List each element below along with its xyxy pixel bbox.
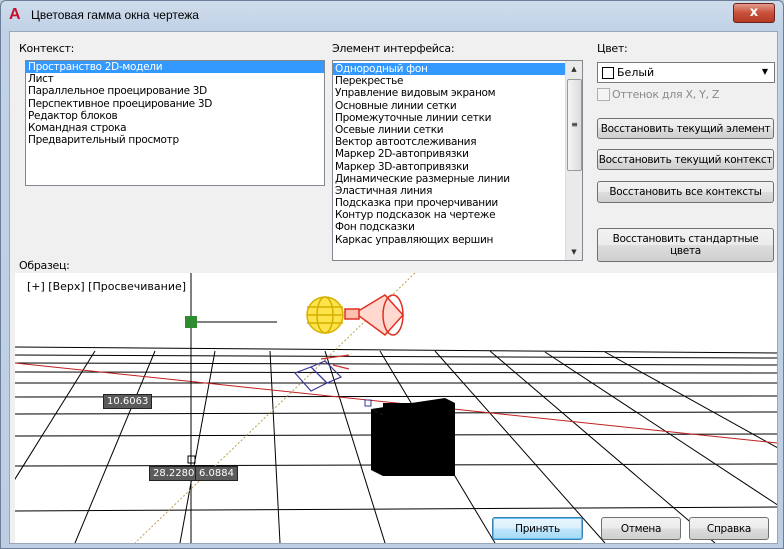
- chevron-down-icon[interactable]: ▼: [758, 65, 772, 79]
- list-item[interactable]: Маркер 3D-автопривязки: [333, 161, 565, 173]
- list-item[interactable]: Однородный фон: [333, 63, 565, 76]
- restore-defaults-button[interactable]: Восстановить стандартные цвета: [597, 228, 774, 262]
- close-button[interactable]: x: [733, 3, 775, 23]
- list-item[interactable]: Основные линии сетки: [333, 100, 565, 112]
- black-cube: [371, 398, 455, 476]
- list-item[interactable]: Управление видовым экраном: [333, 87, 565, 99]
- tint-label: Оттенок для X, Y, Z: [612, 88, 720, 101]
- color-swatch: [602, 67, 614, 79]
- list-item[interactable]: Предварительный просмотр: [26, 134, 324, 146]
- coordinate-x: 28.2280: [149, 466, 199, 481]
- cancel-button[interactable]: Отмена: [601, 517, 681, 540]
- sample-label: Образец:: [19, 259, 70, 272]
- list-item[interactable]: Командная строка: [26, 122, 324, 134]
- list-item[interactable]: Пространство 2D-модели: [26, 61, 324, 74]
- restore-all-button[interactable]: Восстановить все контексты: [597, 181, 774, 203]
- viewport-label[interactable]: [+] [Верх] [Просвечивание]: [27, 280, 186, 293]
- list-item[interactable]: Вектор автоотслеживания: [333, 136, 565, 148]
- dialog-title: Цветовая гамма окна чертежа: [31, 8, 199, 22]
- restore-element-button[interactable]: Восстановить текущий элемент: [597, 118, 774, 139]
- scroll-up-icon[interactable]: ▲: [566, 61, 582, 77]
- interface-element-label: Элемент интерфейса:: [332, 42, 455, 55]
- apply-button[interactable]: Принять: [492, 517, 583, 540]
- list-scrollbar[interactable]: ▲ ≡ ▼: [565, 61, 582, 260]
- coordinate-y: 6.0884: [195, 466, 238, 481]
- dimension-value: 10.6063: [103, 394, 153, 409]
- title-bar[interactable]: A Цветовая гамма окна чертежа x: [1, 1, 783, 29]
- color-label: Цвет:: [597, 42, 628, 55]
- list-item[interactable]: Контур подсказок на чертеже: [333, 209, 565, 221]
- list-item[interactable]: Промежуточные линии сетки: [333, 112, 565, 124]
- list-item[interactable]: Лист: [26, 73, 324, 85]
- snap-marker-icon: [364, 399, 372, 407]
- viewport-control-icon: [185, 316, 197, 328]
- restore-context-button[interactable]: Восстановить текущий контекст: [597, 149, 774, 170]
- list-item[interactable]: Осевые линии сетки: [333, 124, 565, 136]
- list-item[interactable]: Динамические размерные линии: [333, 173, 565, 185]
- tint-checkbox[interactable]: [597, 88, 610, 101]
- scroll-thumb[interactable]: ≡: [567, 79, 582, 171]
- list-item[interactable]: Перспективное проецирование 3D: [26, 98, 324, 110]
- dialog-window: A Цветовая гамма окна чертежа x Контекст…: [0, 0, 784, 549]
- list-item[interactable]: Подсказка при прочерчивании: [333, 197, 565, 209]
- scroll-down-icon[interactable]: ▼: [566, 244, 582, 260]
- list-item[interactable]: Перекрестье: [333, 75, 565, 87]
- color-select[interactable]: Белый ▼: [597, 62, 775, 83]
- interface-element-list[interactable]: Однородный фон Перекрестье Управление видо…: [332, 60, 583, 261]
- list-item[interactable]: Редактор блоков: [26, 110, 324, 122]
- context-label: Контекст:: [19, 42, 75, 55]
- spotlight-icon: [344, 294, 405, 337]
- list-item[interactable]: Эластичная линия: [333, 185, 565, 197]
- context-list[interactable]: Пространство 2D-модели Лист Параллельное п…: [25, 60, 325, 186]
- list-item[interactable]: Каркас управляющих вершин: [333, 234, 565, 246]
- list-item[interactable]: Параллельное проецирование 3D: [26, 85, 324, 97]
- autocad-logo-icon: A: [9, 6, 21, 23]
- list-item[interactable]: Маркер 2D-автопривязки: [333, 148, 565, 160]
- help-button[interactable]: Справка: [689, 517, 769, 540]
- sun-icon: [306, 296, 344, 334]
- color-select-value: Белый: [617, 66, 655, 79]
- list-item[interactable]: Фон подсказки: [333, 221, 565, 233]
- camera-icon: [293, 354, 350, 392]
